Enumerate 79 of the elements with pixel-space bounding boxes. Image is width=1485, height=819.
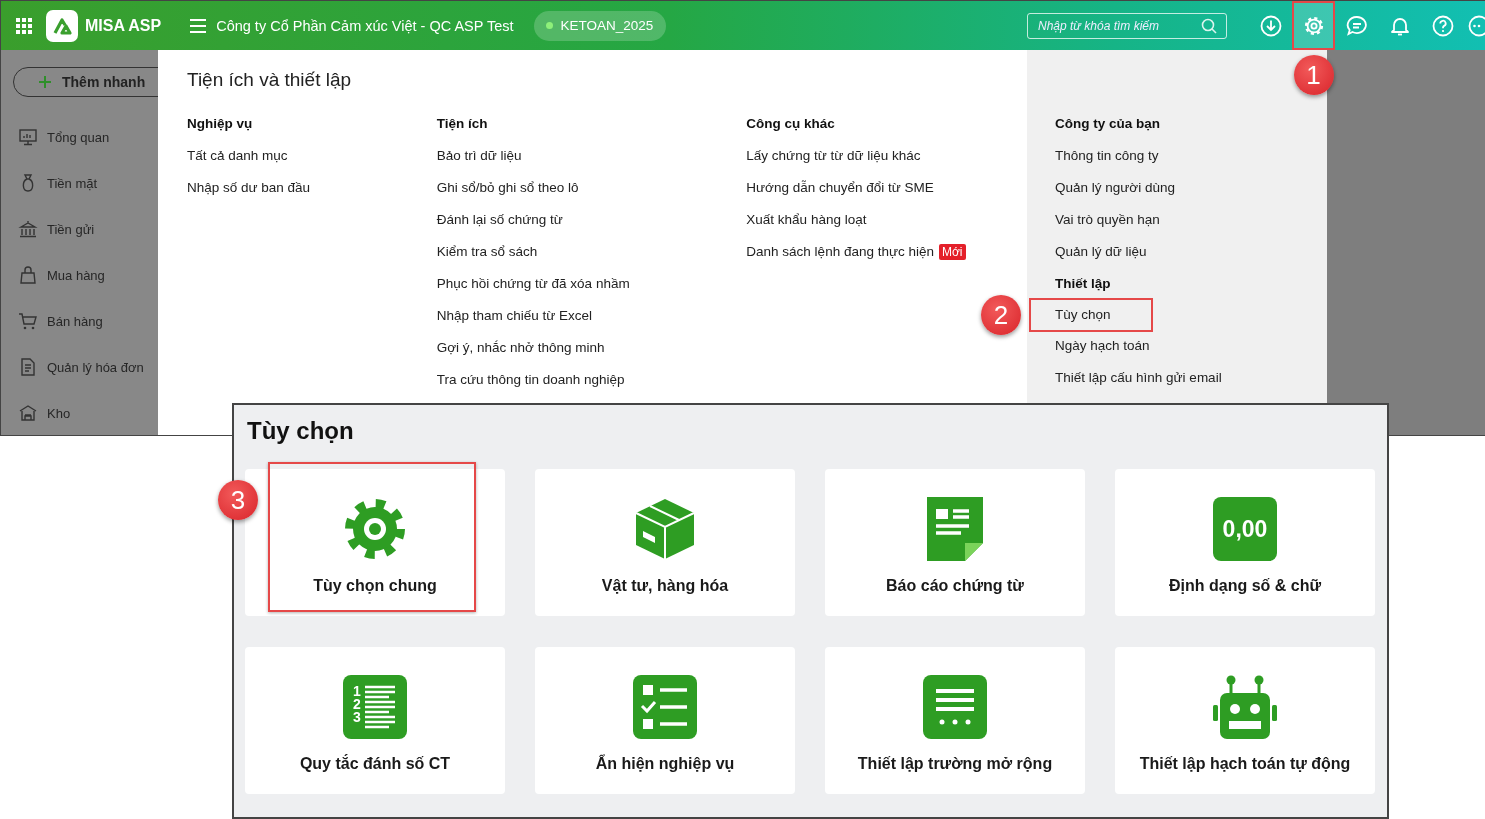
warehouse-icon xyxy=(18,403,38,423)
menu-item[interactable]: Ngày hạch toán xyxy=(1055,330,1150,362)
menu-button[interactable] xyxy=(189,16,208,35)
number-format-icon: 0,00 xyxy=(1213,497,1277,561)
gear-icon xyxy=(343,497,407,561)
chat-icon xyxy=(1344,13,1369,38)
menu-item-label[interactable]: Danh sách lệnh đang thực hiện xyxy=(746,236,934,268)
menu-icon xyxy=(189,16,208,35)
menu-item[interactable]: Thông tin công ty xyxy=(1055,140,1159,172)
menu-item[interactable]: Ghi sổ/bỏ ghi sổ theo lô xyxy=(436,172,579,204)
sidebar-item-label[interactable]: Kho xyxy=(47,405,71,421)
checklist-icon xyxy=(633,675,697,739)
search-icon xyxy=(1201,17,1217,34)
menu-item[interactable]: Phục hồi chứng từ đã xóa nhầm xyxy=(436,268,630,300)
apps-menu-button[interactable] xyxy=(16,17,32,34)
option-card-label: Thiết lập trường mở rộng xyxy=(857,754,1053,774)
option-card[interactable]: 1 2 3 Quy tắc đánh số CT xyxy=(245,647,505,794)
sidebar-item-label[interactable]: Bán hàng xyxy=(47,313,103,329)
cart-icon xyxy=(18,311,38,331)
menu-item[interactable]: Lấy chứng từ từ dữ liệu khác xyxy=(746,140,921,172)
help-icon xyxy=(1430,13,1455,38)
menu-section-heading: Nghiệp vụ xyxy=(187,115,253,133)
option-card-label: Vật tư, hàng hóa xyxy=(601,576,729,596)
menu-item[interactable]: Đánh lại số chứng từ xyxy=(436,204,563,236)
option-card[interactable]: Ẩn hiện nghiệp vụ xyxy=(535,647,795,794)
option-card[interactable]: Thiết lập hạch toán tự động xyxy=(1115,647,1375,794)
menu-item[interactable]: Tất cả danh mục xyxy=(187,140,288,172)
sidebar-item-label[interactable]: Tổng quan xyxy=(47,129,110,145)
menu-item[interactable]: Bảo trì dữ liệu xyxy=(436,140,522,172)
option-card[interactable]: Vật tư, hàng hóa xyxy=(535,469,795,616)
logo-icon xyxy=(46,9,78,42)
option-card-label: Báo cáo chứng từ xyxy=(886,576,1024,596)
box-icon xyxy=(633,497,697,561)
form-icon xyxy=(923,675,987,739)
download-icon xyxy=(1258,13,1283,38)
more-icon xyxy=(1467,13,1485,38)
option-card[interactable]: 0,00 Định dạng số & chữ xyxy=(1115,469,1375,616)
menu-item[interactable]: Hướng dẫn chuyển đổi từ SME xyxy=(746,172,934,204)
option-card-label: Định dạng số & chữ xyxy=(1169,576,1321,596)
menu-item[interactable]: Nhập tham chiếu từ Excel xyxy=(436,300,593,332)
sidebar-item-label[interactable]: Mua hàng xyxy=(47,267,105,283)
menu-item[interactable]: Xuất khẩu hàng loạt xyxy=(746,204,867,236)
option-card-label: Thiết lập hạch toán tự động xyxy=(1139,754,1351,774)
bank-icon xyxy=(18,219,38,239)
option-card-label: Quy tắc đánh số CT xyxy=(299,753,451,774)
option-card-label: Ẩn hiện nghiệp vụ xyxy=(595,753,735,774)
option-card[interactable]: Thiết lập trường mở rộng xyxy=(825,647,1085,794)
new-badge: Mới xyxy=(939,244,966,260)
menu-item[interactable]: Tùy chọn xyxy=(1029,298,1153,332)
sidebar-item-label[interactable]: Quản lý hóa đơn xyxy=(47,359,144,375)
menu-item[interactable]: Thiết lập cấu hình gửi email xyxy=(1055,362,1222,394)
menu-item[interactable]: Tra cứu thông tin doanh nghiệp xyxy=(436,364,625,396)
search-field[interactable]: Nhập từ khóa tìm kiếm xyxy=(1027,12,1227,39)
menu-section-heading: Công cụ khác xyxy=(746,115,835,133)
menu-item[interactable]: Quản lý người dùng xyxy=(1055,172,1175,204)
monitor-icon xyxy=(18,127,38,147)
shopping-bag-icon xyxy=(18,265,38,285)
sidebar-item-label[interactable]: Tiền gửi xyxy=(47,221,95,237)
menu-item[interactable]: Quản lý dữ liệu xyxy=(1055,236,1147,268)
step-number-badge: 3 xyxy=(218,480,258,520)
menu-section-heading: Tiện ích xyxy=(436,115,488,133)
menu-item[interactable]: Nhập số dư ban đầu xyxy=(187,172,311,204)
app-name: MISA ASP xyxy=(85,16,162,35)
menu-item[interactable]: Gợi ý, nhắc nhở thông minh xyxy=(436,332,605,364)
menu-title: Tiện ích và thiết lập xyxy=(187,68,353,92)
plus-icon xyxy=(38,75,52,89)
menu-section-heading: Công ty của bạn xyxy=(1055,115,1160,133)
menu-item[interactable]: Vai trò quyền hạn xyxy=(1055,204,1160,236)
options-title: Tùy chọn xyxy=(246,416,355,446)
menu-item[interactable]: Kiểm tra sổ sách xyxy=(436,236,538,268)
sidebar-item-label[interactable]: Tiền mặt xyxy=(47,175,98,191)
robot-icon xyxy=(1213,675,1277,739)
menu-section-heading: Thiết lập xyxy=(1055,275,1111,293)
option-card-label: Tùy chọn chung xyxy=(313,576,437,596)
grid-icon xyxy=(16,17,32,34)
numbered-list-icon: 1 2 3 xyxy=(343,675,407,739)
settings-button[interactable] xyxy=(1292,1,1335,50)
option-card[interactable]: Báo cáo chứng từ xyxy=(825,469,1085,616)
document-icon xyxy=(18,357,38,377)
